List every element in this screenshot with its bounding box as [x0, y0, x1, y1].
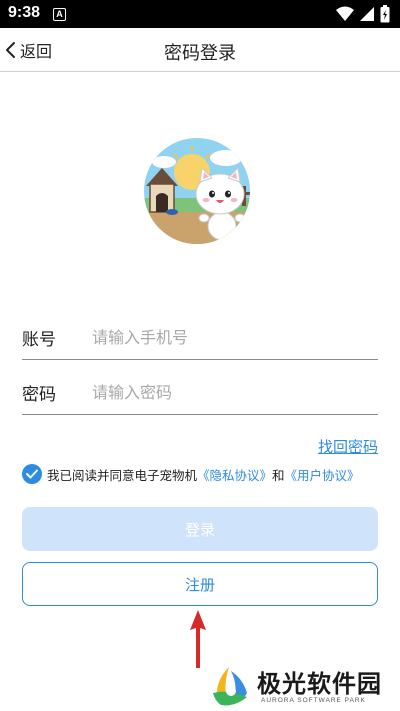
- watermark-subtitle: AURORA SOFTWARE PARK: [261, 697, 366, 704]
- agreement-conjunction: 和: [272, 467, 285, 483]
- status-bar: 9:38 A: [0, 0, 400, 28]
- password-label: 密码: [22, 385, 56, 405]
- user-agreement-link[interactable]: 《用户协议》: [285, 465, 360, 484]
- password-field-row: 密码: [22, 371, 378, 415]
- forgot-password-link[interactable]: 找回密码: [318, 436, 378, 457]
- watermark-title: 极光软件园: [257, 670, 382, 698]
- agreement-checkbox[interactable]: [22, 464, 42, 484]
- notification-icon: A: [53, 8, 66, 21]
- account-field-row: 账号: [22, 316, 378, 360]
- nav-bar: 返回 密码登录: [0, 28, 400, 72]
- aurora-logo-icon: [213, 667, 247, 706]
- login-button[interactable]: 登录: [22, 507, 378, 551]
- cat-avatar-image: [144, 138, 250, 244]
- avatar: [144, 138, 250, 244]
- account-label: 账号: [22, 330, 56, 350]
- register-button[interactable]: 注册: [22, 562, 378, 606]
- status-time: 9:38: [8, 4, 41, 21]
- page-title: 密码登录: [164, 43, 236, 64]
- signal-icon: [360, 7, 374, 21]
- account-input[interactable]: [92, 328, 378, 347]
- checkmark-icon: [26, 469, 38, 479]
- privacy-policy-link[interactable]: 《隐私协议》: [197, 465, 272, 484]
- watermark: 极光软件园 AURORA SOFTWARE PARK: [205, 660, 400, 711]
- password-input[interactable]: [92, 383, 378, 402]
- battery-icon: [380, 5, 390, 23]
- agreement-prefix: 我已阅读并同意电子宠物机: [47, 467, 198, 483]
- status-icons: [336, 5, 390, 23]
- agreement-row: 我已阅读并同意电子宠物机 《隐私协议》 和 《用户协议》: [22, 463, 360, 485]
- wifi-icon: [336, 6, 354, 21]
